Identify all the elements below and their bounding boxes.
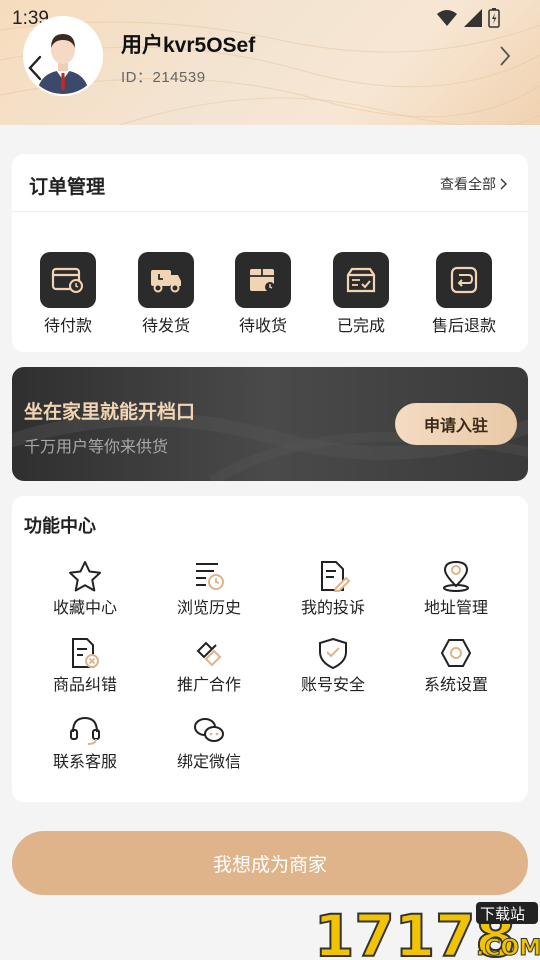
watermark-logo-graphic: 17178 下载站 .COM — [313, 901, 540, 960]
order-pending-receipt[interactable]: 待收货 — [213, 252, 313, 336]
complaint-icon — [313, 558, 353, 594]
become-merchant-button[interactable]: 我想成为商家 — [12, 831, 528, 895]
profile-header: 1:39 用户kvr5OSef ID：214539 — [0, 0, 540, 125]
func-settings[interactable]: 系统设置 — [396, 635, 516, 695]
site-watermark-logo: 17178 下载站 .COM — [313, 898, 540, 960]
divider — [12, 211, 528, 212]
wallet-clock-icon — [40, 252, 96, 308]
order-item-label: 待付款 — [43, 318, 92, 335]
wifi-icon — [437, 10, 457, 26]
handshake-icon — [189, 635, 229, 671]
back-arrow-icon[interactable] — [26, 54, 44, 82]
location-icon — [436, 558, 476, 594]
status-icons — [436, 8, 500, 28]
function-center-title: 功能中心 — [24, 516, 96, 536]
func-address[interactable]: 地址管理 — [396, 558, 516, 618]
order-item-label: 待发货 — [141, 318, 190, 335]
func-customer-service[interactable]: 联系客服 — [25, 712, 145, 772]
shield-icon — [313, 635, 353, 671]
apply-join-button[interactable]: 申请入驻 — [395, 403, 517, 445]
func-label: 推广合作 — [176, 677, 241, 694]
func-label: 浏览历史 — [176, 600, 241, 617]
battery-icon — [488, 8, 500, 28]
svg-text:.COM: .COM — [476, 936, 540, 960]
func-label: 联系客服 — [52, 754, 117, 771]
box-check-icon — [333, 252, 389, 308]
func-history[interactable]: 浏览历史 — [149, 558, 269, 618]
banner-title: 坐在家里就能开档口 — [24, 402, 196, 423]
signal-icon — [464, 9, 482, 27]
func-product-correction[interactable]: 商品纠错 — [25, 635, 145, 695]
func-label: 绑定微信 — [176, 754, 241, 771]
history-icon — [189, 558, 229, 594]
view-all-label: 查看全部 — [440, 176, 496, 192]
order-item-label: 已完成 — [336, 318, 385, 335]
func-bind-wechat[interactable]: 绑定微信 — [149, 712, 269, 772]
headset-icon — [65, 712, 105, 748]
func-label: 账号安全 — [300, 677, 365, 694]
func-label: 收藏中心 — [52, 600, 117, 617]
user-id: ID：214539 — [121, 69, 206, 86]
func-label: 系统设置 — [423, 677, 488, 694]
banner-subtitle: 千万用户等你来供货 — [24, 439, 169, 456]
func-label: 我的投诉 — [300, 600, 365, 617]
merchant-recruit-banner[interactable]: 坐在家里就能开档口 千万用户等你来供货 申请入驻 — [12, 367, 528, 481]
svg-text:下载站: 下载站 — [480, 905, 525, 923]
truck-icon — [138, 252, 194, 308]
chevron-right-icon — [500, 178, 507, 190]
hexagon-settings-icon — [436, 635, 476, 671]
order-item-label: 售后退款 — [431, 318, 496, 335]
order-item-label: 待收货 — [238, 318, 287, 335]
doc-error-icon — [65, 635, 105, 671]
order-management-card: 订单管理 查看全部 待付款 待发货 待收货 已完成 售后退款 — [12, 154, 528, 352]
func-favorites[interactable]: 收藏中心 — [25, 558, 145, 618]
func-label: 商品纠错 — [52, 677, 117, 694]
order-completed[interactable]: 已完成 — [311, 252, 411, 336]
refund-icon — [436, 252, 492, 308]
star-icon — [65, 558, 105, 594]
wechat-icon — [189, 712, 229, 748]
func-promotion[interactable]: 推广合作 — [149, 635, 269, 695]
order-pending-payment[interactable]: 待付款 — [18, 252, 118, 336]
order-management-title: 订单管理 — [29, 177, 106, 198]
package-clock-icon — [235, 252, 291, 308]
func-complaints[interactable]: 我的投诉 — [273, 558, 393, 618]
profile-chevron-right-icon[interactable] — [498, 44, 512, 68]
func-account-security[interactable]: 账号安全 — [273, 635, 393, 695]
func-label: 地址管理 — [423, 600, 488, 617]
username: 用户kvr5OSef — [121, 34, 256, 57]
order-pending-shipment[interactable]: 待发货 — [116, 252, 216, 336]
order-refund[interactable]: 售后退款 — [414, 252, 514, 336]
view-all-orders-link[interactable]: 查看全部 — [440, 174, 508, 194]
function-center-card: 功能中心 收藏中心 浏览历史 我的投诉 地址管理 商品纠错 推广合作 账号安全 … — [12, 496, 528, 802]
